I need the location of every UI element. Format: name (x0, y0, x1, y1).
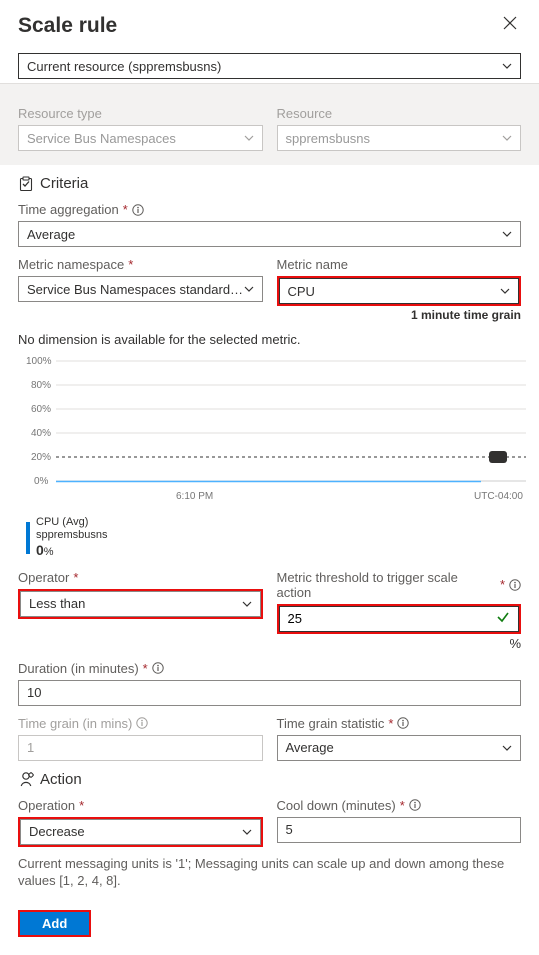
metric-name-select[interactable]: CPU (279, 278, 520, 304)
metric-namespace-select[interactable]: Service Bus Namespaces standard me... (18, 276, 263, 302)
time-grain-text: 1 minute time grain (277, 308, 522, 322)
cooldown-input[interactable] (277, 817, 522, 843)
info-icon[interactable] (152, 662, 164, 674)
svg-text:UTC-04:00: UTC-04:00 (474, 491, 523, 502)
checkmark-icon (496, 610, 510, 627)
add-button[interactable]: Add (20, 912, 89, 935)
duration-input[interactable] (18, 680, 521, 706)
resource-type-label: Resource type (18, 106, 263, 121)
metric-chart: 100% 80% 60% 40% 20% 0% 6:10 PM UTC-04:0… (26, 355, 521, 510)
svg-text:20%: 20% (31, 452, 51, 463)
info-icon[interactable] (397, 717, 409, 729)
info-icon[interactable] (509, 579, 521, 591)
cooldown-label: Cool down (minutes) (277, 798, 396, 813)
chevron-down-icon (502, 743, 512, 753)
svg-text:40%: 40% (31, 428, 51, 439)
resource-label: Resource (277, 106, 522, 121)
criteria-icon (18, 176, 34, 192)
metric-namespace-label: Metric namespace (18, 257, 124, 272)
panel-title: Scale rule (18, 14, 117, 38)
action-heading: Action (40, 771, 82, 788)
time-grain-stat-label: Time grain statistic (277, 716, 385, 731)
chevron-down-icon (244, 133, 254, 143)
operation-label: Operation (18, 798, 75, 813)
resource-select: sppremsbusns (277, 125, 522, 151)
svg-text:60%: 60% (31, 404, 51, 415)
svg-text:100%: 100% (26, 356, 52, 367)
operator-select[interactable]: Less than (20, 591, 261, 617)
criteria-heading: Criteria (40, 175, 88, 192)
chevron-down-icon (500, 286, 510, 296)
chevron-down-icon (242, 599, 252, 609)
action-icon (18, 771, 34, 787)
operator-label: Operator (18, 570, 69, 585)
threshold-unit: % (277, 636, 522, 651)
time-aggregation-select[interactable]: Average (18, 221, 521, 247)
time-aggregation-label: Time aggregation (18, 202, 119, 217)
threshold-input[interactable]: 25 (279, 606, 520, 632)
duration-label: Duration (in minutes) (18, 661, 139, 676)
scope-select[interactable]: Current resource (sppremsbusns) (18, 53, 521, 79)
no-dimension-text: No dimension is available for the select… (18, 332, 521, 347)
close-icon[interactable] (499, 12, 521, 39)
footnote-text: Current messaging units is '1'; Messagin… (18, 855, 521, 890)
svg-text:0%: 0% (34, 476, 49, 487)
svg-text:80%: 80% (31, 380, 51, 391)
chevron-down-icon (502, 61, 512, 71)
operation-select[interactable]: Decrease (20, 819, 261, 845)
chevron-down-icon (502, 133, 512, 143)
info-icon[interactable] (136, 717, 148, 729)
svg-text:6:10 PM: 6:10 PM (176, 491, 213, 502)
chevron-down-icon (502, 229, 512, 239)
chart-legend: CPU (Avg) sppremsbusns 0% (26, 516, 521, 560)
info-icon[interactable] (132, 204, 144, 216)
metric-name-label: Metric name (277, 257, 349, 272)
time-grain-label: Time grain (in mins) (18, 716, 132, 731)
resource-type-select: Service Bus Namespaces (18, 125, 263, 151)
chevron-down-icon (242, 827, 252, 837)
threshold-label: Metric threshold to trigger scale action (277, 570, 496, 600)
chevron-down-icon (244, 284, 254, 294)
info-icon[interactable] (409, 799, 421, 811)
time-grain-stat-select[interactable]: Average (277, 735, 522, 761)
time-grain-input (18, 735, 263, 761)
scope-value: Current resource (sppremsbusns) (27, 59, 221, 74)
